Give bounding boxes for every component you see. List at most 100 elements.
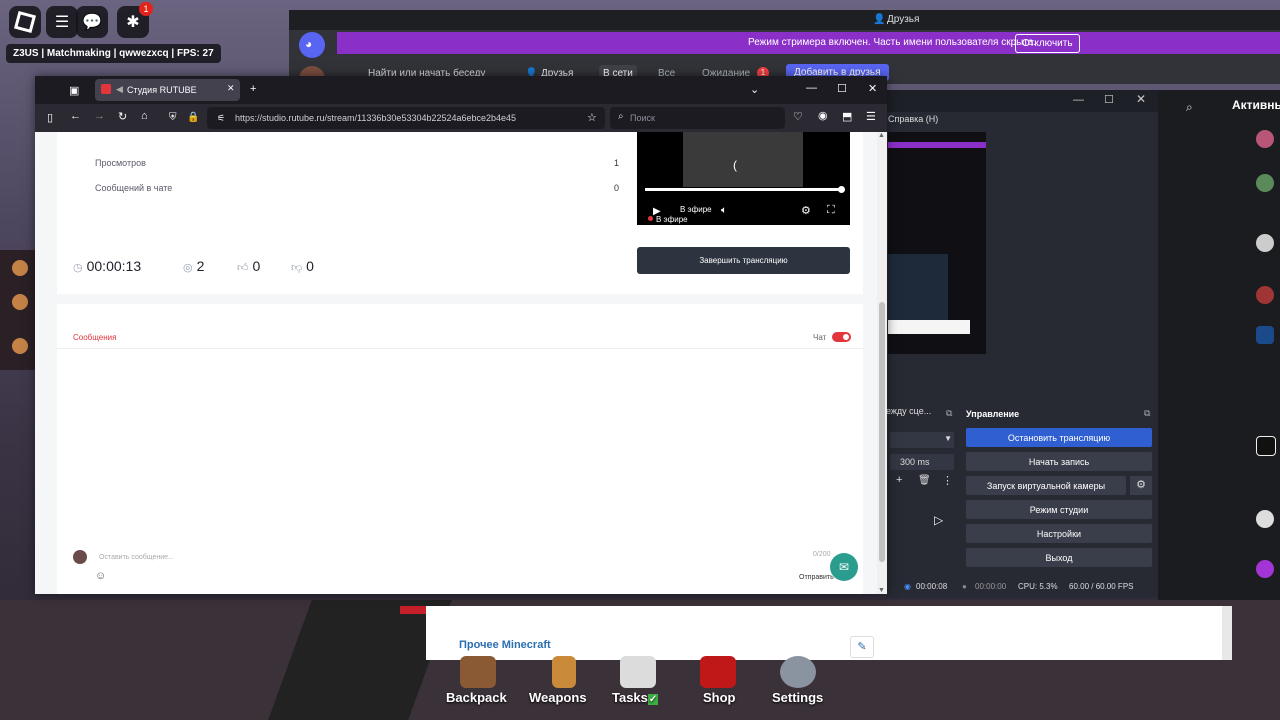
scroll-thumb[interactable] <box>879 302 885 562</box>
panel-scrollbar[interactable] <box>1222 606 1232 660</box>
new-tab-icon[interactable]: + <box>250 83 256 95</box>
speaker-icon: ◀ <box>116 84 123 94</box>
notification-badge: 1 <box>139 2 153 16</box>
discord-home-button[interactable]: ◕ <box>299 32 325 58</box>
discord-logo-icon: ◕ <box>305 37 313 51</box>
chat-toggle[interactable] <box>832 332 851 342</box>
likes-count: 0 <box>252 258 261 274</box>
more-icon[interactable]: ⋮ <box>942 474 953 487</box>
volume-icon[interactable]: 🔈︎ <box>721 205 727 216</box>
reload-icon[interactable]: ↻ <box>118 110 127 123</box>
shop-button[interactable]: Shop <box>703 690 736 705</box>
stop-stream-button[interactable]: Остановить трансляцию <box>966 428 1152 447</box>
friends-icon: 👤 <box>873 14 886 25</box>
dock-icon[interactable]: ⧉ <box>946 408 952 419</box>
transition-duration[interactable]: 300 ms <box>890 454 954 470</box>
gear-icon[interactable]: ⚙ <box>1130 476 1152 495</box>
duration-text: 00:00:13 <box>86 258 142 274</box>
back-icon[interactable]: ← <box>70 110 81 122</box>
url-text[interactable]: https://studio.rutube.ru/stream/11336b30… <box>235 113 516 123</box>
roblox-logo-button[interactable] <box>9 6 41 38</box>
video-progress-track[interactable] <box>645 186 845 193</box>
send-button[interactable]: Отправить <box>799 574 834 581</box>
backpack-button[interactable]: Backpack <box>446 690 507 705</box>
messages-tab[interactable]: Сообщения <box>73 333 116 342</box>
maximize-icon[interactable]: ☐ <box>1104 93 1114 106</box>
close-window-icon[interactable]: ✕ <box>868 82 877 95</box>
app-menu-icon[interactable]: ☰ <box>866 110 876 123</box>
emoji-icon[interactable]: ☺ <box>95 570 106 582</box>
lock-icon[interactable]: 🔒 <box>187 112 199 123</box>
extensions-icon[interactable]: ⬒ <box>842 110 852 123</box>
minimize-icon[interactable]: — <box>1073 94 1084 106</box>
studio-mode-button[interactable]: Режим студии <box>966 500 1152 519</box>
address-bar[interactable]: ⛨ 🔒 ⚟ https://studio.rutube.ru/stream/11… <box>169 107 605 129</box>
tab-rutube-studio[interactable]: ◀ Студия RUTUBE ✕ <box>95 79 240 101</box>
chat-button[interactable]: 💬 <box>76 6 108 38</box>
minimize-icon[interactable]: — <box>806 82 817 94</box>
chevron-down-icon[interactable]: ⌄ <box>750 83 759 96</box>
weapons-button[interactable]: Weapons <box>529 690 587 705</box>
settings-gear-icon[interactable]: ⚙ <box>801 204 811 217</box>
scroll-up-icon[interactable]: ▲ <box>878 132 885 139</box>
loading-spinner-icon: ( <box>733 158 737 172</box>
account-icon[interactable]: ◉ <box>818 109 828 122</box>
obs-help-menu[interactable]: Справка (H) <box>888 114 938 124</box>
notifications-button[interactable]: ✱ 1 <box>117 2 153 38</box>
minecraft-title[interactable]: Прочее Minecraft <box>459 639 551 651</box>
exit-button[interactable]: Выход <box>966 548 1152 567</box>
browser-window: ▣ ◀ Студия RUTUBE ✕ + ⌄ — ☐ ✕ ▯ ← → ↻ ⌂ … <box>35 76 887 594</box>
chat-toggle-label: Чат <box>813 333 827 342</box>
avatar <box>1256 436 1276 456</box>
pocket-icon[interactable]: ♡ <box>793 110 803 123</box>
search-icon: ⌕ <box>618 111 624 122</box>
start-recording-button[interactable]: Начать запись <box>966 452 1152 471</box>
transition-select[interactable]: ▼ <box>890 432 954 448</box>
forward-icon[interactable]: → <box>94 110 105 122</box>
backpack-icon[interactable] <box>460 656 496 688</box>
weapons-icon[interactable] <box>552 656 576 688</box>
settings-button[interactable]: Settings <box>772 690 823 705</box>
puzzle-icon: ✱ <box>126 14 140 31</box>
preview-banner <box>888 142 986 148</box>
search-bar[interactable]: ⌕ Поиск <box>610 107 785 129</box>
disable-streamer-mode-button[interactable]: Отключить <box>1015 34 1080 53</box>
menu-button[interactable]: ☰ <box>46 6 78 38</box>
discord-window: 👤 Друзья ◕ Режим стримера включен. Часть… <box>289 10 1280 84</box>
maximize-icon[interactable]: ☐ <box>837 82 847 95</box>
tasks-icon[interactable] <box>620 656 656 688</box>
avatar <box>1256 510 1274 528</box>
trash-icon[interactable]: 🗑 <box>918 475 931 486</box>
scroll-down-icon[interactable]: ▼ <box>878 587 885 594</box>
settings-icon[interactable] <box>780 656 816 688</box>
page-scrollbar[interactable]: ▲ ▼ <box>877 132 887 594</box>
tab-manager-icon[interactable]: ▣ <box>69 84 79 97</box>
game-side-items <box>0 250 36 370</box>
fullscreen-icon[interactable]: ⛶ <box>827 204 835 217</box>
settings-button[interactable]: Настройки <box>966 524 1152 543</box>
add-icon[interactable]: + <box>896 474 902 486</box>
virtual-camera-button[interactable]: Запуск виртуальной камеры <box>966 476 1126 495</box>
close-icon[interactable]: ✕ <box>1136 92 1146 106</box>
bookmark-star-icon[interactable]: ☆ <box>587 111 597 124</box>
close-tab-icon[interactable]: ✕ <box>227 83 235 94</box>
home-icon[interactable]: ⌂ <box>141 110 148 122</box>
video-player[interactable]: ( ▶ В эфире В эфире 🔈︎ ⚙ ⛶ <box>637 132 850 225</box>
support-chat-icon[interactable]: ✉ <box>830 553 858 581</box>
obs-titlebar: — ☐ ✕ <box>886 90 1158 112</box>
search-icon[interactable]: ⌕ <box>1186 100 1193 115</box>
stream-icon: ◉ <box>904 582 911 591</box>
tasks-button[interactable]: Tasks✓ <box>612 690 659 705</box>
shop-icon[interactable] <box>700 656 736 688</box>
video-progress-handle[interactable] <box>838 186 845 193</box>
end-stream-button[interactable]: Завершить трансляцию <box>637 247 850 274</box>
sidebar-icon[interactable]: ▯ <box>47 111 53 124</box>
obs-preview <box>888 132 986 354</box>
shield-icon[interactable]: ⛨ <box>169 112 177 123</box>
dock-icon[interactable]: ⧉ <box>1144 408 1150 419</box>
message-input[interactable]: Оставить сообщение... <box>99 554 174 561</box>
tab-title: Студия RUTUBE <box>127 85 197 95</box>
viewers-metric: ◎ 2 <box>183 258 204 274</box>
edit-icon[interactable]: ✎ <box>850 636 874 658</box>
permissions-icon[interactable]: ⚟ <box>217 113 225 124</box>
